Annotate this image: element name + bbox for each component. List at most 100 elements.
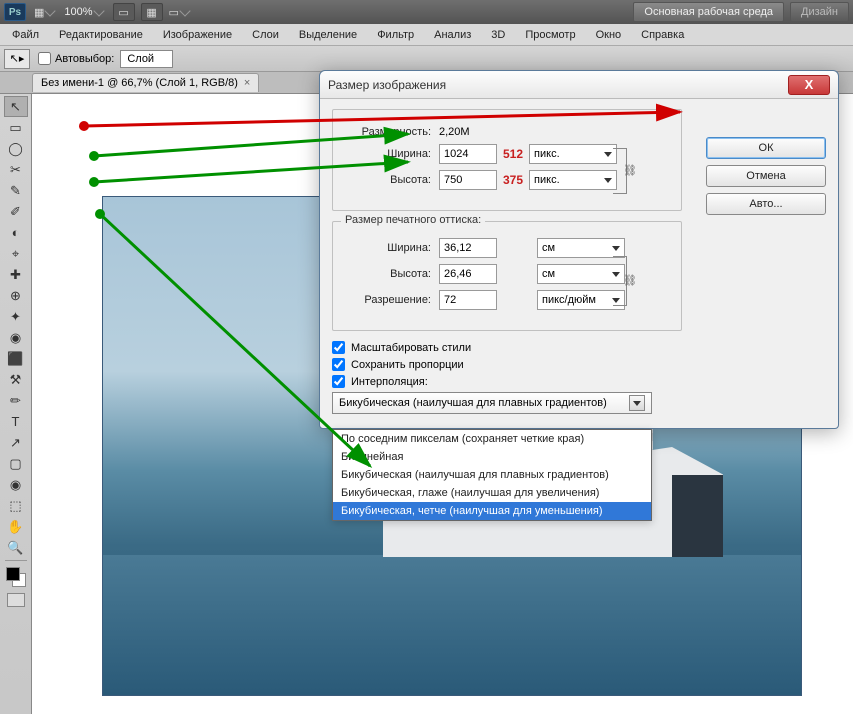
marquee-tool[interactable]: ▭ xyxy=(4,117,28,138)
dimensions-label: Размерность: xyxy=(345,126,431,138)
dialog-close-button[interactable]: X xyxy=(788,75,830,95)
cancel-button[interactable]: Отмена xyxy=(706,165,826,187)
zoom-tool[interactable]: 🔍 xyxy=(4,537,28,558)
gradient-tool[interactable]: ◉ xyxy=(4,327,28,348)
interpolation-select[interactable]: Бикубическая (наилучшая для плавных град… xyxy=(332,392,652,414)
interpolation-dropdown: По соседним пикселам (сохраняет четкие к… xyxy=(332,429,652,521)
image-size-dialog: Размер изображения X ОК Отмена Авто... Р… xyxy=(319,70,839,429)
menu-edit[interactable]: Редактирование xyxy=(49,26,153,44)
image-sea xyxy=(103,555,801,695)
menu-window[interactable]: Окно xyxy=(586,26,632,44)
3d-tool[interactable]: ◉ xyxy=(4,474,28,495)
print-height-unit[interactable]: см xyxy=(537,264,625,284)
lasso-tool[interactable]: ◯ xyxy=(4,138,28,159)
color-swatch[interactable] xyxy=(6,567,26,587)
active-tool-icon[interactable]: ↖▸ xyxy=(4,49,30,69)
print-width-input[interactable] xyxy=(439,238,497,258)
dropdown-arrow-icon[interactable] xyxy=(629,395,645,411)
dialog-buttons: ОК Отмена Авто... xyxy=(706,137,826,215)
brush-tool[interactable]: ⌖ xyxy=(4,243,28,264)
interp-option-bilinear[interactable]: Билинейная xyxy=(333,448,651,466)
menu-bar: Файл Редактирование Изображение Слои Выд… xyxy=(0,24,853,46)
quickmask-toggle[interactable] xyxy=(7,593,25,607)
interp-option-bicubic-sharp[interactable]: Бикубическая, четче (наилучшая для умень… xyxy=(333,502,651,520)
print-size-legend: Размер печатного оттиска: xyxy=(341,214,485,226)
stamp-tool[interactable]: ✚ xyxy=(4,264,28,285)
3d-camera-tool[interactable]: ⬚ xyxy=(4,495,28,516)
history-brush-tool[interactable]: ⊕ xyxy=(4,285,28,306)
resample-checkbox[interactable] xyxy=(332,375,345,388)
menu-select[interactable]: Выделение xyxy=(289,26,367,44)
print-width-unit[interactable]: см xyxy=(537,238,625,258)
interp-option-bicubic-smooth[interactable]: Бикубическая, глаже (наилучшая для увели… xyxy=(333,484,651,502)
menu-3d[interactable]: 3D xyxy=(481,26,515,44)
interp-option-nearest[interactable]: По соседним пикселам (сохраняет четкие к… xyxy=(333,430,651,448)
workspace-button-design[interactable]: Дизайн xyxy=(790,2,849,22)
resolution-input[interactable] xyxy=(439,290,497,310)
wand-tool[interactable]: ✂ xyxy=(4,159,28,180)
zoom-display[interactable]: 100% xyxy=(64,6,102,18)
autoselect-checkbox[interactable] xyxy=(38,52,51,65)
interpolation-value: Бикубическая (наилучшая для плавных град… xyxy=(339,397,607,409)
resolution-label: Разрешение: xyxy=(345,294,431,306)
menu-image[interactable]: Изображение xyxy=(153,26,242,44)
document-tab-title: Без имени-1 @ 66,7% (Слой 1, RGB/8) xyxy=(41,77,238,89)
pixel-height-new: 375 xyxy=(503,173,523,187)
chain-icon-print: ⛓ xyxy=(623,274,637,287)
pixel-width-label: Ширина: xyxy=(345,148,431,160)
workspace-button-main[interactable]: Основная рабочая среда xyxy=(633,2,784,22)
move-tool[interactable]: ↖ xyxy=(4,96,28,117)
auto-button[interactable]: Авто... xyxy=(706,193,826,215)
eyedropper-tool[interactable]: ✐ xyxy=(4,201,28,222)
pixel-height-label: Высота: xyxy=(345,174,431,186)
document-tab[interactable]: Без имени-1 @ 66,7% (Слой 1, RGB/8) × xyxy=(32,73,259,92)
interp-option-bicubic[interactable]: Бикубическая (наилучшая для плавных град… xyxy=(333,466,651,484)
print-height-input[interactable] xyxy=(439,264,497,284)
pixel-width-unit[interactable]: пикс. xyxy=(529,144,617,164)
pixel-width-input[interactable] xyxy=(439,144,497,164)
menu-analysis[interactable]: Анализ xyxy=(424,26,481,44)
close-tab-icon[interactable]: × xyxy=(244,77,250,89)
autoselect-label: Автовыбор: xyxy=(55,53,114,65)
toolbox-separator xyxy=(5,560,27,561)
app-bar: Ps ▦ 100% ▭ ▦ ▭ Основная рабочая среда Д… xyxy=(0,0,853,24)
workspace: ↖ ▭ ◯ ✂ ✎ ✐ ◐ ⌖ ✚ ⊕ ✦ ◉ ⬛ ⚒ ✏ T ↗ ▢ ◉ ⬚ … xyxy=(0,94,853,710)
blur-tool[interactable]: ⬛ xyxy=(4,348,28,369)
toolbox: ↖ ▭ ◯ ✂ ✎ ✐ ◐ ⌖ ✚ ⊕ ✦ ◉ ⬛ ⚒ ✏ T ↗ ▢ ◉ ⬚ … xyxy=(0,94,32,714)
pixel-height-input[interactable] xyxy=(439,170,497,190)
shape-tool[interactable]: ▢ xyxy=(4,453,28,474)
doc-nav-icon[interactable]: ▦ xyxy=(34,6,54,19)
dodge-tool[interactable]: ⚒ xyxy=(4,369,28,390)
menu-file[interactable]: Файл xyxy=(2,26,49,44)
pixel-width-new: 512 xyxy=(503,147,523,161)
dialog-titlebar[interactable]: Размер изображения X xyxy=(320,71,838,99)
constrain-checkbox[interactable] xyxy=(332,358,345,371)
path-tool[interactable]: ↗ xyxy=(4,432,28,453)
menu-filter[interactable]: Фильтр xyxy=(367,26,424,44)
menu-help[interactable]: Справка xyxy=(631,26,694,44)
chain-icon: ⛓ xyxy=(623,164,637,177)
hand-tool[interactable]: ✋ xyxy=(4,516,28,537)
scale-styles-checkbox[interactable] xyxy=(332,341,345,354)
view-icon-2[interactable]: ▦ xyxy=(141,3,163,21)
print-width-label: Ширина: xyxy=(345,242,431,254)
view-icon-3[interactable]: ▭ xyxy=(169,6,189,19)
pixel-height-unit[interactable]: пикс. xyxy=(529,170,617,190)
eraser-tool[interactable]: ✦ xyxy=(4,306,28,327)
pen-tool[interactable]: ✏ xyxy=(4,390,28,411)
autoselect-dropdown[interactable]: Слой xyxy=(120,50,173,68)
heal-tool[interactable]: ◐ xyxy=(4,222,28,243)
canvas-area: Размер изображения X ОК Отмена Авто... Р… xyxy=(42,104,817,704)
crop-tool[interactable]: ✎ xyxy=(4,180,28,201)
foreground-color[interactable] xyxy=(6,567,20,581)
ok-button[interactable]: ОК xyxy=(706,137,826,159)
menu-layer[interactable]: Слои xyxy=(242,26,289,44)
constrain-label: Сохранить пропорции xyxy=(351,359,464,371)
type-tool[interactable]: T xyxy=(4,411,28,432)
print-height-label: Высота: xyxy=(345,268,431,280)
options-bar: ↖▸ Автовыбор: Слой xyxy=(0,46,853,72)
resolution-unit[interactable]: пикс/дюйм xyxy=(537,290,625,310)
view-icon-1[interactable]: ▭ xyxy=(113,3,135,21)
scale-styles-label: Масштабировать стили xyxy=(351,342,471,354)
menu-view[interactable]: Просмотр xyxy=(515,26,585,44)
